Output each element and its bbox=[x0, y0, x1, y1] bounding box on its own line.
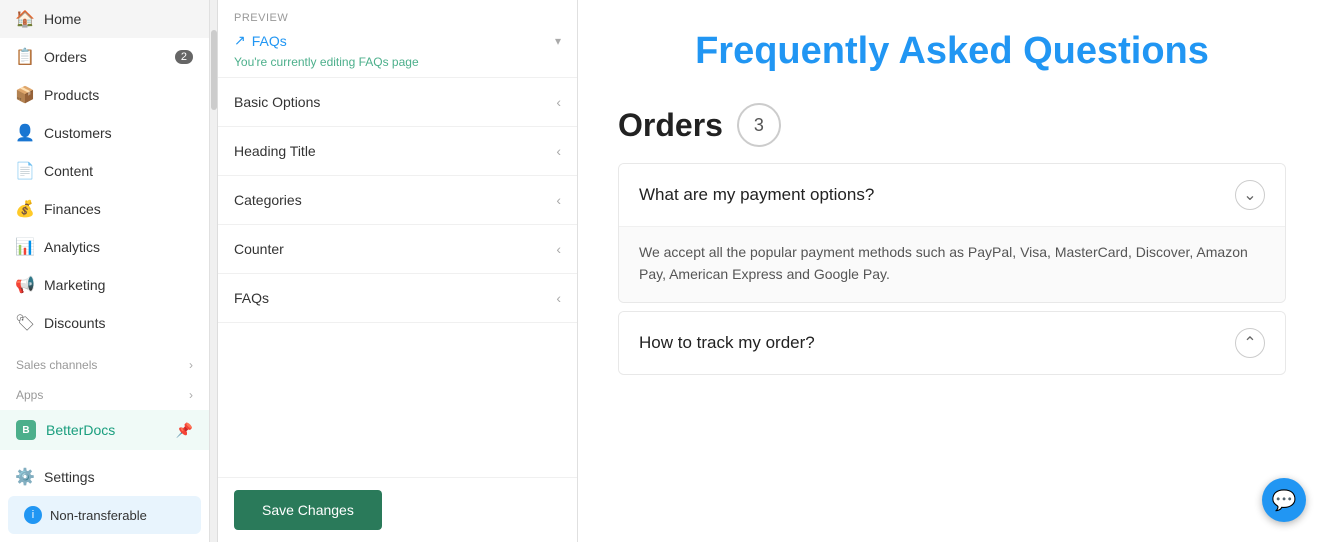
sidebar-item-products[interactable]: 📦 Products bbox=[0, 76, 209, 114]
sales-channels-arrow: › bbox=[189, 358, 193, 372]
orders-heading: Orders 3 bbox=[618, 103, 1286, 147]
betterdocs-app-icon: B bbox=[16, 420, 36, 440]
sidebar-item-label: Finances bbox=[44, 201, 101, 217]
sidebar-item-label: Marketing bbox=[44, 277, 105, 293]
sidebar: 🏠 Home 📋 Orders 2 📦 Products 👤 Customers… bbox=[0, 0, 210, 542]
sales-channels-section[interactable]: Sales channels › bbox=[0, 350, 209, 380]
sales-channels-label: Sales channels bbox=[16, 358, 97, 372]
sidebar-item-analytics[interactable]: 📊 Analytics bbox=[0, 228, 209, 266]
info-icon: i bbox=[24, 506, 42, 524]
external-link-icon: ↗ bbox=[234, 32, 246, 49]
orders-icon: 📋 bbox=[16, 48, 34, 66]
apps-arrow: › bbox=[189, 388, 193, 402]
accordion-label: FAQs bbox=[234, 290, 269, 306]
faq-toggle-2[interactable]: ⌃ bbox=[1235, 328, 1265, 358]
orders-counter: 3 bbox=[737, 103, 781, 147]
faq-item-2: How to track my order? ⌃ bbox=[618, 311, 1286, 375]
products-icon: 📦 bbox=[16, 86, 34, 104]
faq-question-1[interactable]: What are my payment options? ⌄ bbox=[619, 164, 1285, 226]
sidebar-item-label: Products bbox=[44, 87, 99, 103]
sidebar-item-label: Analytics bbox=[44, 239, 100, 255]
faq-question-text: How to track my order? bbox=[639, 333, 815, 353]
sidebar-item-label: Content bbox=[44, 163, 93, 179]
settings-label: Settings bbox=[44, 469, 95, 485]
accordion-counter[interactable]: Counter ‹ bbox=[218, 225, 577, 274]
non-transferable-banner: i Non-transferable bbox=[8, 496, 201, 534]
sidebar-item-customers[interactable]: 👤 Customers bbox=[0, 114, 209, 152]
customers-icon: 👤 bbox=[16, 124, 34, 142]
faq-answer-1: We accept all the popular payment method… bbox=[619, 226, 1285, 302]
apps-section[interactable]: Apps › bbox=[0, 380, 209, 410]
orders-badge: 2 bbox=[175, 50, 193, 64]
accordion-heading-title[interactable]: Heading Title ‹ bbox=[218, 127, 577, 176]
chevron-left-icon: ‹ bbox=[556, 192, 561, 208]
pin-icon: 📌 bbox=[176, 422, 193, 439]
sidebar-item-content[interactable]: 📄 Content bbox=[0, 152, 209, 190]
chevron-left-icon: ‹ bbox=[556, 290, 561, 306]
chevron-left-icon: ‹ bbox=[556, 143, 561, 159]
faq-item-1: What are my payment options? ⌄ We accept… bbox=[618, 163, 1286, 303]
accordion-label: Heading Title bbox=[234, 143, 316, 159]
chat-bubble[interactable]: 💬 bbox=[1262, 478, 1306, 522]
accordion-faqs[interactable]: FAQs ‹ bbox=[218, 274, 577, 323]
sidebar-item-label: Orders bbox=[44, 49, 87, 65]
accordion-label: Basic Options bbox=[234, 94, 320, 110]
orders-title: Orders bbox=[618, 107, 723, 144]
sidebar-item-label: Home bbox=[44, 11, 81, 27]
preview-link-text: FAQs bbox=[252, 33, 287, 49]
scroll-thumb[interactable] bbox=[211, 30, 217, 110]
faq-question-text: What are my payment options? bbox=[639, 185, 874, 205]
orders-section: Orders 3 What are my payment options? ⌄ … bbox=[618, 103, 1286, 375]
content-icon: 📄 bbox=[16, 162, 34, 180]
finances-icon: 💰 bbox=[16, 200, 34, 218]
discounts-icon: 🏷 bbox=[16, 314, 34, 332]
sidebar-item-orders[interactable]: 📋 Orders 2 bbox=[0, 38, 209, 76]
non-transferable-label: Non-transferable bbox=[50, 508, 147, 523]
preview-link[interactable]: ↗ FAQs ▾ bbox=[234, 32, 561, 49]
middle-footer: Save Changes bbox=[218, 477, 577, 542]
settings-icon: ⚙️ bbox=[16, 468, 34, 486]
accordion-label: Counter bbox=[234, 241, 284, 257]
faq-question-2[interactable]: How to track my order? ⌃ bbox=[619, 312, 1285, 374]
sidebar-item-settings[interactable]: ⚙️ Settings bbox=[0, 458, 209, 496]
preview-chevron: ▾ bbox=[555, 34, 561, 48]
preview-header: PREVIEW ↗ FAQs ▾ You're currently editin… bbox=[218, 0, 577, 78]
marketing-icon: 📢 bbox=[16, 276, 34, 294]
sidebar-item-discounts[interactable]: 🏷 Discounts bbox=[0, 304, 209, 342]
faq-main-title: Frequently Asked Questions bbox=[618, 30, 1286, 73]
apps-label: Apps bbox=[16, 388, 43, 402]
accordion-categories[interactable]: Categories ‹ bbox=[218, 176, 577, 225]
sidebar-scrollbar bbox=[210, 0, 218, 542]
sidebar-item-finances[interactable]: 💰 Finances bbox=[0, 190, 209, 228]
accordion-list: Basic Options ‹ Heading Title ‹ Categori… bbox=[218, 78, 577, 323]
editing-note: You're currently editing FAQs page bbox=[234, 55, 561, 69]
betterdocs-label: BetterDocs bbox=[46, 422, 115, 438]
sidebar-item-marketing[interactable]: 📢 Marketing bbox=[0, 266, 209, 304]
faq-toggle-1[interactable]: ⌄ bbox=[1235, 180, 1265, 210]
preview-label: PREVIEW bbox=[234, 12, 561, 24]
sidebar-item-label: Customers bbox=[44, 125, 112, 141]
home-icon: 🏠 bbox=[16, 10, 34, 28]
sidebar-item-home[interactable]: 🏠 Home bbox=[0, 0, 209, 38]
sidebar-item-betterdocs[interactable]: B BetterDocs 📌 bbox=[0, 410, 209, 450]
accordion-label: Categories bbox=[234, 192, 302, 208]
middle-panel: PREVIEW ↗ FAQs ▾ You're currently editin… bbox=[218, 0, 578, 542]
sidebar-item-label: Discounts bbox=[44, 315, 105, 331]
analytics-icon: 📊 bbox=[16, 238, 34, 256]
accordion-basic-options[interactable]: Basic Options ‹ bbox=[218, 78, 577, 127]
chevron-left-icon: ‹ bbox=[556, 241, 561, 257]
save-changes-button[interactable]: Save Changes bbox=[234, 490, 382, 530]
chevron-left-icon: ‹ bbox=[556, 94, 561, 110]
right-preview: Frequently Asked Questions Orders 3 What… bbox=[578, 0, 1326, 542]
